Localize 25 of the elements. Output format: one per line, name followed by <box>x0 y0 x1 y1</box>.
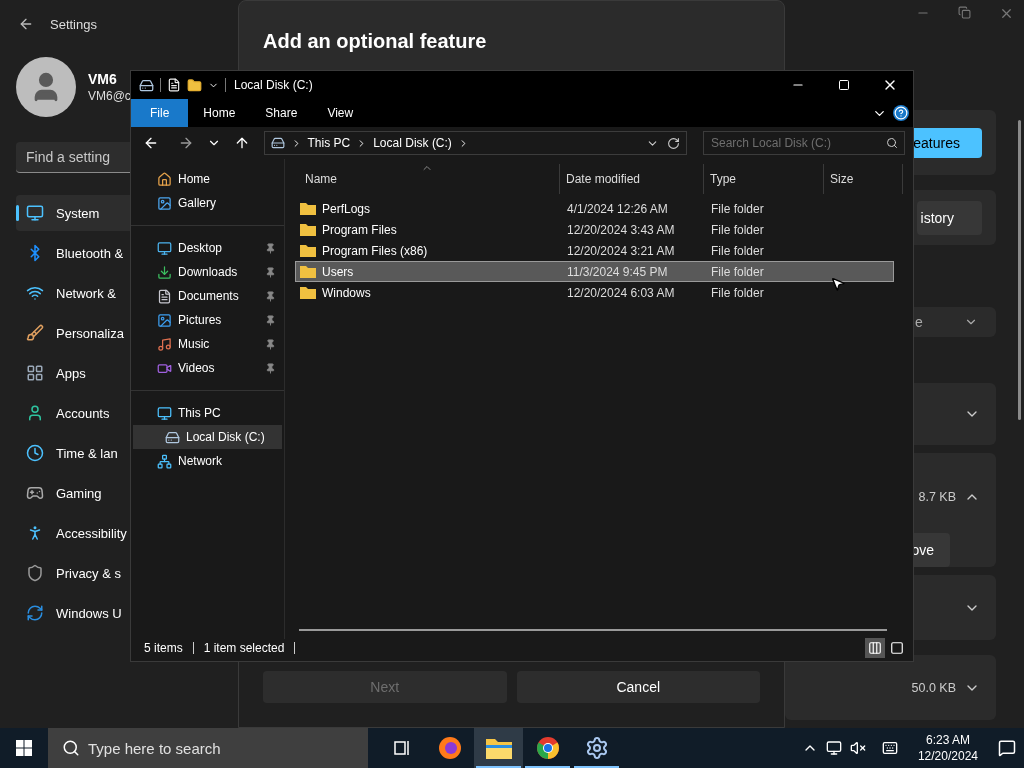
status-text: 5 items <box>144 641 183 655</box>
file-name: Users <box>322 264 354 279</box>
status-text: 1 item selected <box>203 641 285 655</box>
dropdown-value: e <box>915 314 923 330</box>
user-email: VM6@c <box>88 89 131 103</box>
file-name: PerfLogs <box>322 201 371 216</box>
table-cell-text: 12/20/2024 3:43 AM <box>566 222 676 237</box>
file-name: Program Files <box>322 222 397 237</box>
table-cell-text: 12/20/2024 3:21 AM <box>566 243 676 258</box>
app-title: Settings <box>50 16 97 32</box>
table-cell-text: File folder <box>710 264 765 279</box>
file-name: Program Files (x86) <box>322 243 428 258</box>
file-name: Windows <box>322 285 371 300</box>
table-cell-text: 4/1/2024 12:26 AM <box>566 201 669 216</box>
table-cell-text: 11/3/2024 9:45 PM <box>566 264 669 279</box>
feature-size: 8.7 KB <box>918 490 956 504</box>
table-cell-text: File folder <box>710 285 765 300</box>
table-cell-text: File folder <box>710 222 765 237</box>
window-title: Local Disk (C:) <box>234 78 313 92</box>
table-cell-text: File folder <box>710 243 765 258</box>
table-cell-text: 12/20/2024 6:03 AM <box>566 285 676 300</box>
table-cell-text: File folder <box>710 201 765 216</box>
dialog-title: Add an optional feature <box>262 29 488 53</box>
user-name: VM6 <box>88 71 118 87</box>
feature-size: 50.0 KB <box>911 680 956 695</box>
